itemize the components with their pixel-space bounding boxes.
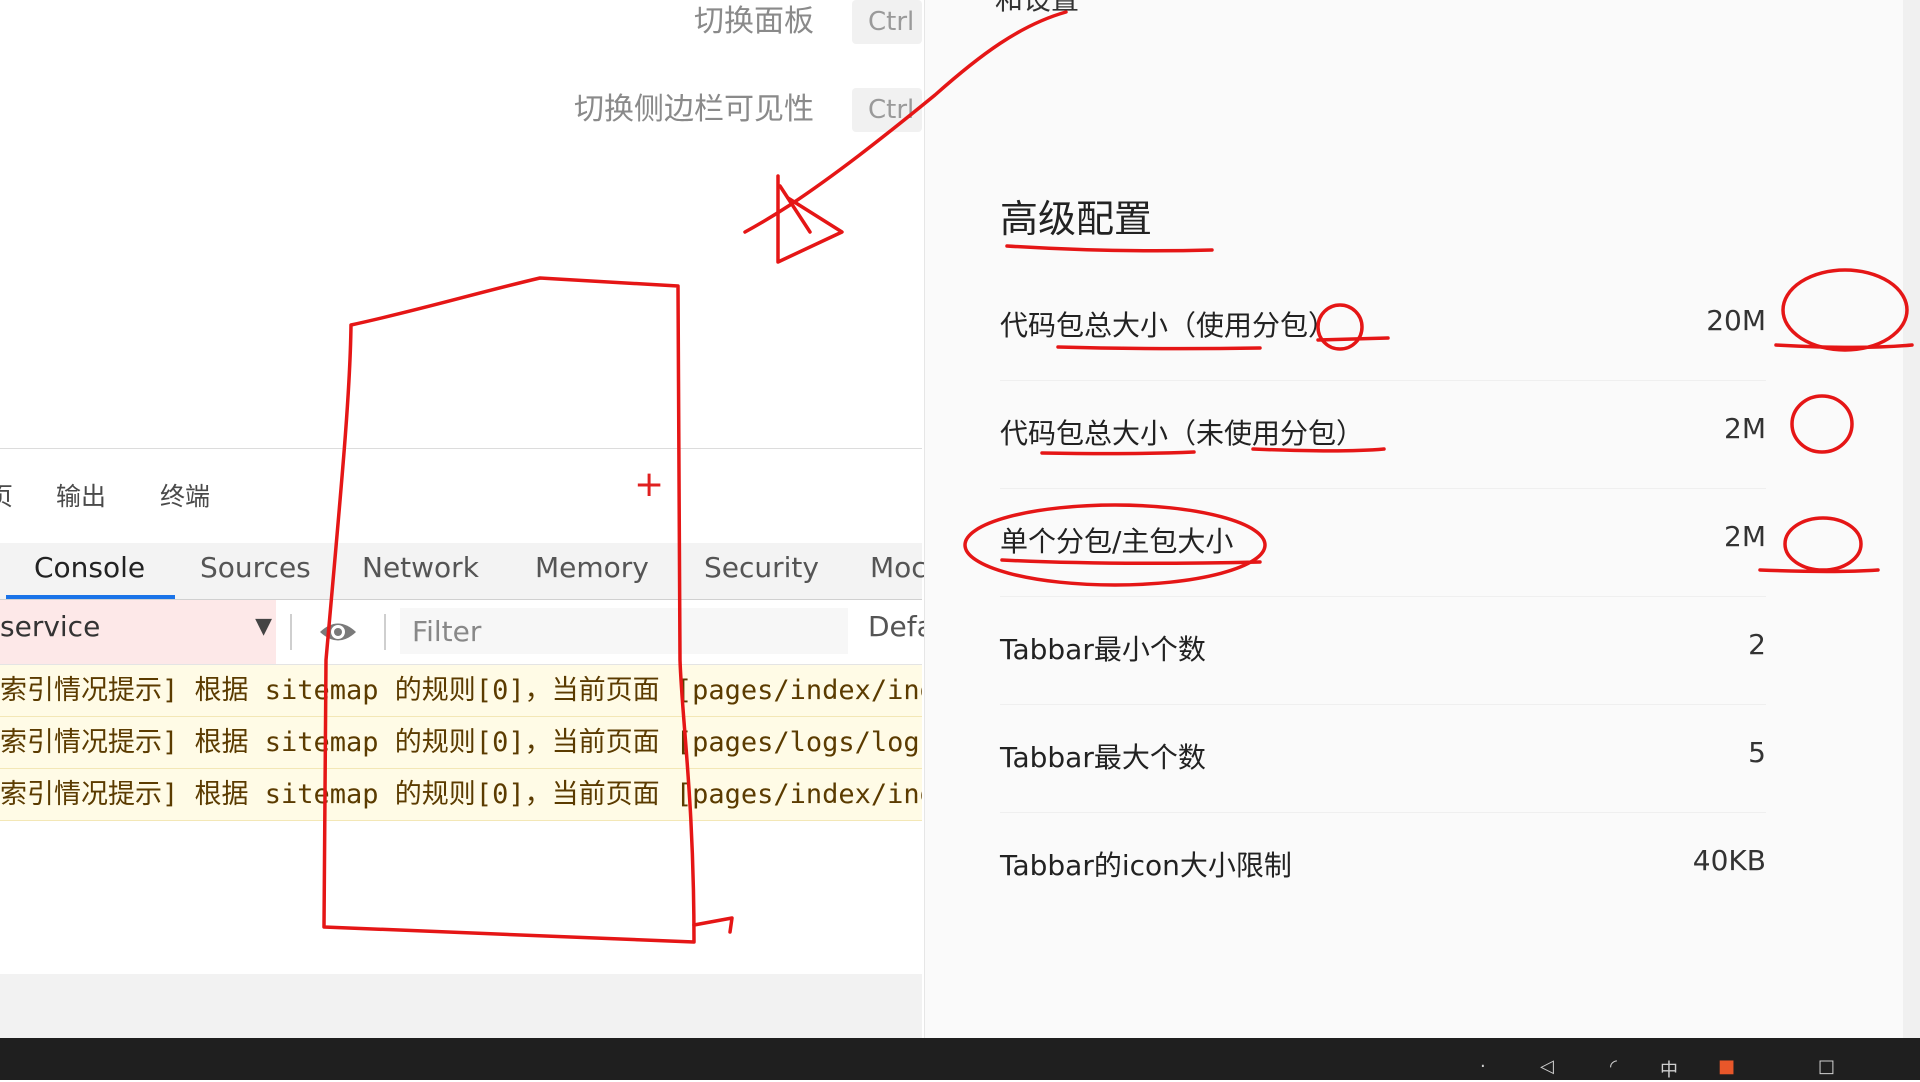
tab-sources[interactable]: Sources (200, 543, 311, 599)
limit-row-tabbar-max: Tabbar最大个数 5 (1000, 704, 1766, 813)
limit-label: Tabbar最小个数 (1000, 633, 1206, 666)
log-row[interactable]: 索引情况提示] 根据 sitemap 的规则[0]，当前页面 [pages/in… (0, 769, 922, 821)
tab-security[interactable]: Security (704, 543, 819, 599)
shortcut-panel: 切换面板 Ctrl 切换侧边栏可见性 Ctrl (0, 0, 922, 448)
shortcut-row-toggle-panel: 切换面板 Ctrl (222, 0, 922, 50)
console-log: 索引情况提示] 根据 sitemap 的规则[0]，当前页面 [pages/in… (0, 665, 922, 821)
limits-panel: 和设置 高级配置 代码包总大小（使用分包） 20M 代码包总大小（未使用分包） … (924, 0, 1920, 1038)
limit-row-total-subpackage: 代码包总大小（使用分包） 20M (1000, 272, 1766, 381)
log-row[interactable]: 索引情况提示] 根据 sitemap 的规则[0]，当前页面 [pages/lo… (0, 717, 922, 769)
panel-tab-bar: 页 输出 终端 + (0, 449, 922, 543)
limit-row-tabbar-min: Tabbar最小个数 2 (1000, 596, 1766, 705)
limit-row-single-package: 单个分包/主包大小 2M (1000, 488, 1766, 597)
tab-more[interactable]: Moc (870, 543, 927, 599)
volume-icon[interactable]: ◁ (1540, 1056, 1562, 1080)
limit-value: 2M (1724, 412, 1766, 445)
toolbar-divider (290, 614, 292, 650)
limit-label: 单个分包/主包大小 (1000, 525, 1234, 558)
limit-value: 5 (1748, 736, 1766, 769)
context-value: service (0, 610, 101, 643)
limit-value: 2M (1724, 520, 1766, 553)
tab-memory[interactable]: Memory (535, 543, 649, 599)
ime-icon[interactable]: 中 (1660, 1056, 1682, 1081)
limit-label: 代码包总大小（使用分包） (1000, 309, 1337, 342)
limit-row-total-no-subpackage: 代码包总大小（未使用分包） 2M (1000, 380, 1766, 489)
dropdown-arrow-icon: ▼ (255, 614, 272, 639)
limit-label: Tabbar的icon大小限制 (1000, 849, 1292, 882)
devtools-tab-bar: Console Sources Network Memory Security … (0, 543, 927, 600)
app-icon[interactable]: ■ (1718, 1056, 1740, 1080)
shortcut-row-toggle-sidebar: 切换侧边栏可见性 Ctrl (222, 88, 922, 138)
toolbar-divider (384, 614, 386, 650)
shortcut-key: Ctrl (852, 0, 922, 44)
panel-tab-terminal[interactable]: 终端 (160, 477, 210, 513)
panel-tab-page[interactable]: 页 (0, 477, 13, 513)
cut-off-heading: 和设置 (995, 0, 1079, 18)
limit-label: Tabbar最大个数 (1000, 741, 1206, 774)
limit-value: 2 (1748, 628, 1766, 661)
section-title: 高级配置 (1000, 197, 1153, 241)
tab-network[interactable]: Network (362, 543, 479, 599)
add-icon[interactable]: + (634, 467, 664, 503)
shortcut-key: Ctrl (852, 88, 922, 132)
devtools-footer (0, 974, 922, 1039)
tab-console[interactable]: Console (5, 543, 176, 599)
notification-icon[interactable]: □ (1818, 1056, 1840, 1080)
panel-tab-output[interactable]: 输出 (56, 477, 106, 513)
devtools-panel: 页 输出 终端 + Console Sources Network Memory… (0, 448, 934, 1039)
console-toolbar: service ▼ Defa (0, 600, 934, 665)
tray-icon[interactable]: · (1480, 1056, 1502, 1080)
log-row[interactable]: 索引情况提示] 根据 sitemap 的规则[0]，当前页面 [pages/in… (0, 665, 922, 717)
eye-icon[interactable] (318, 617, 358, 651)
limit-label: 代码包总大小（未使用分包） (1000, 417, 1365, 450)
taskbar: · ◁ ◜ 中 ■ □ (0, 1038, 1920, 1081)
limit-row-tabbar-icon: Tabbar的icon大小限制 40KB (1000, 812, 1766, 920)
shortcut-label: 切换面板 (694, 4, 814, 39)
limit-value: 40KB (1692, 844, 1766, 877)
network-icon[interactable]: ◜ (1610, 1056, 1632, 1080)
limit-value: 20M (1706, 304, 1766, 337)
context-select[interactable]: service ▼ (0, 600, 276, 664)
shortcut-label: 切换侧边栏可见性 (574, 92, 814, 127)
scrollbar[interactable] (1903, 0, 1920, 1038)
filter-input[interactable] (400, 608, 848, 654)
